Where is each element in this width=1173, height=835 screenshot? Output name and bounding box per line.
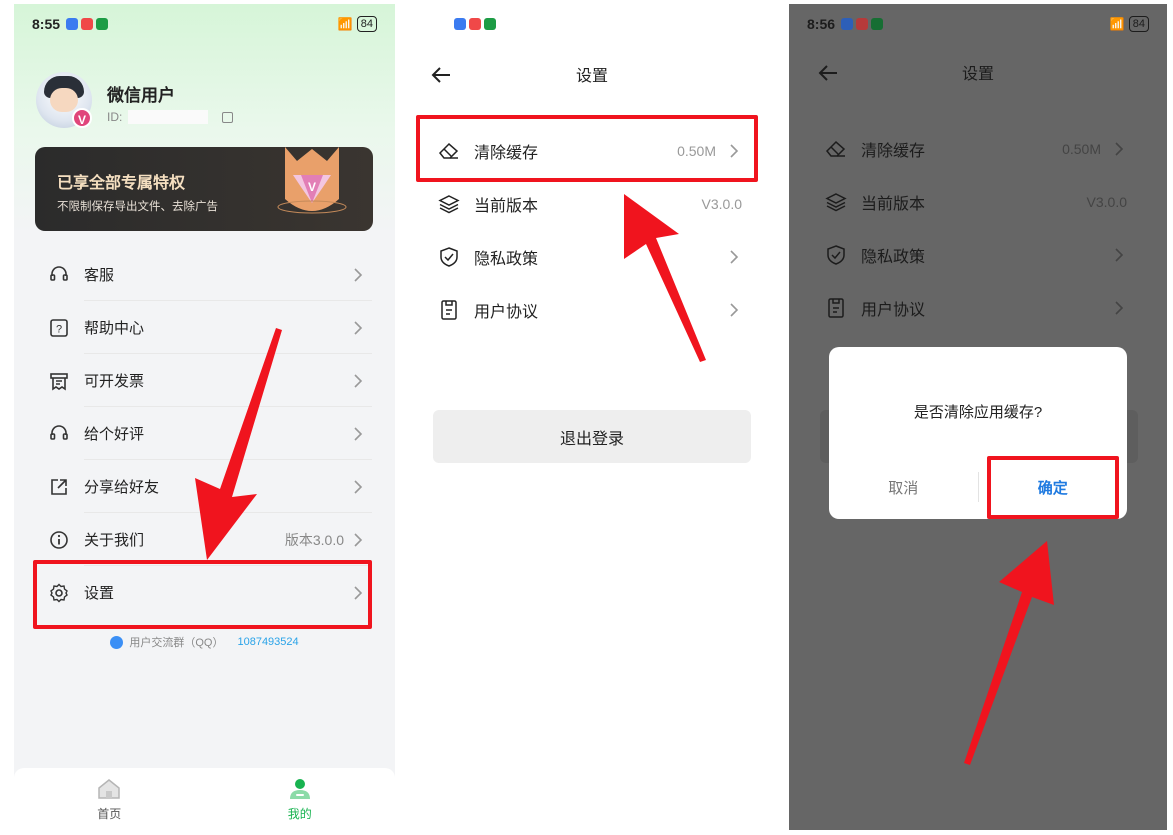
tutorial-stage: 8:55 📶 84 V 微信用户 ID: 已享全部专属特权 不限制保存导出文件、… — [0, 0, 1173, 835]
red-arrow-2 — [624, 194, 706, 362]
annotation-arrows — [195, 194, 1054, 765]
red-arrow-1 — [195, 328, 282, 560]
red-arrow-3 — [964, 541, 1054, 765]
